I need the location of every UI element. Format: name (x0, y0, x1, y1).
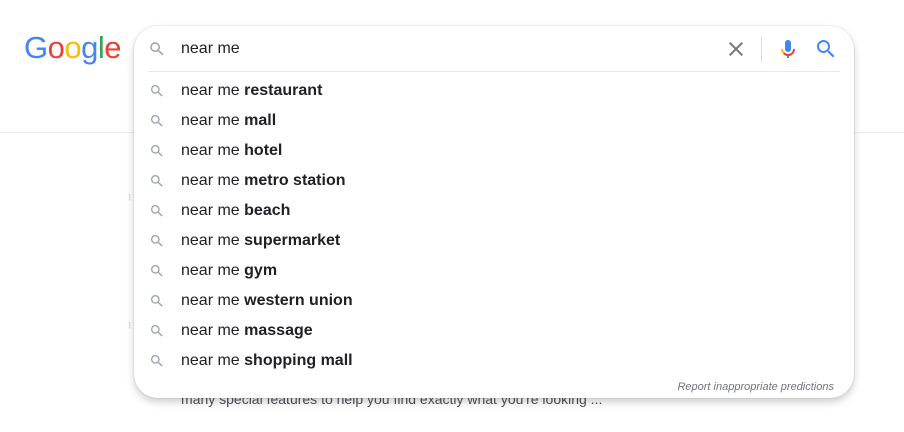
search-icon (149, 233, 165, 249)
search-icon (149, 173, 165, 189)
suggestion-text: near me western union (181, 291, 353, 311)
suggestion-text: near me hotel (181, 141, 282, 161)
suggestion-item[interactable]: near me metro station (134, 166, 854, 196)
suggestion-item[interactable]: near me beach (134, 196, 854, 226)
suggestion-item[interactable]: near me supermarket (134, 226, 854, 256)
suggestion-prefix: near me (181, 172, 245, 189)
search-row (134, 26, 854, 72)
suggestion-item[interactable]: near me restaurant (134, 76, 854, 106)
suggestion-prefix: near me (181, 142, 245, 159)
report-predictions-link[interactable]: Report inappropriate predictions (677, 381, 834, 393)
google-logo[interactable]: Google (24, 30, 122, 70)
search-icon (149, 113, 165, 129)
suggestion-prefix: near me (181, 262, 245, 279)
search-icon (149, 293, 165, 309)
suggestion-completion: shopping mall (244, 352, 353, 369)
search-icon (149, 263, 165, 279)
divider (761, 36, 762, 62)
suggestion-prefix: near me (181, 322, 245, 339)
logo-letter: o (64, 30, 82, 65)
suggestion-completion: supermarket (244, 232, 341, 249)
suggestion-text: near me metro station (181, 171, 345, 191)
suggestion-prefix: near me (181, 202, 245, 219)
logo-letter: o (47, 30, 65, 65)
clear-button[interactable] (724, 37, 748, 61)
search-input[interactable] (181, 37, 701, 61)
voice-search-button[interactable] (776, 37, 800, 61)
search-submit-button[interactable] (814, 37, 838, 61)
suggestion-prefix: near me (181, 112, 245, 129)
search-divider (148, 71, 840, 72)
mic-icon (781, 40, 795, 58)
suggestion-item[interactable]: near me massage (134, 316, 854, 346)
suggestion-text: near me beach (181, 201, 290, 221)
search-icon (149, 323, 165, 339)
search-icon (149, 203, 165, 219)
suggestion-text: near me supermarket (181, 231, 340, 251)
suggestion-item[interactable]: near me mall (134, 106, 854, 136)
suggestion-completion: mall (244, 112, 277, 129)
suggestion-completion: western union (244, 292, 353, 309)
suggestion-prefix: near me (181, 292, 245, 309)
suggestion-item[interactable]: near me western union (134, 286, 854, 316)
suggestion-prefix: near me (181, 232, 245, 249)
suggestion-text: near me gym (181, 261, 277, 281)
close-icon (729, 42, 743, 56)
suggestion-completion: hotel (244, 142, 283, 159)
suggestion-text: near me mall (181, 111, 276, 131)
search-icon (149, 143, 165, 159)
search-autocomplete-box: near me restaurant near me mall near me … (134, 26, 854, 398)
search-icon (817, 40, 835, 58)
search-icon (149, 83, 165, 99)
suggestion-prefix: near me (181, 352, 245, 369)
suggestion-item[interactable]: near me shopping mall (134, 346, 854, 376)
search-icon (149, 353, 165, 369)
search-icon (148, 40, 166, 63)
logo-letter: g (81, 30, 98, 65)
logo-letter: e (104, 30, 122, 65)
suggestion-text: near me restaurant (181, 81, 322, 101)
suggestion-item[interactable]: near me hotel (134, 136, 854, 166)
suggestion-text: near me shopping mall (181, 351, 353, 371)
suggestion-item[interactable]: near me gym (134, 256, 854, 286)
suggestion-completion: restaurant (244, 82, 323, 99)
suggestion-completion: massage (244, 322, 313, 339)
suggestion-text: near me massage (181, 321, 313, 341)
suggestion-completion: gym (244, 262, 278, 279)
suggestion-prefix: near me (181, 82, 245, 99)
suggestion-completion: beach (244, 202, 291, 219)
suggestion-list: near me restaurant near me mall near me … (134, 76, 854, 376)
suggestion-completion: metro station (244, 172, 346, 189)
logo-letter: G (24, 30, 48, 65)
